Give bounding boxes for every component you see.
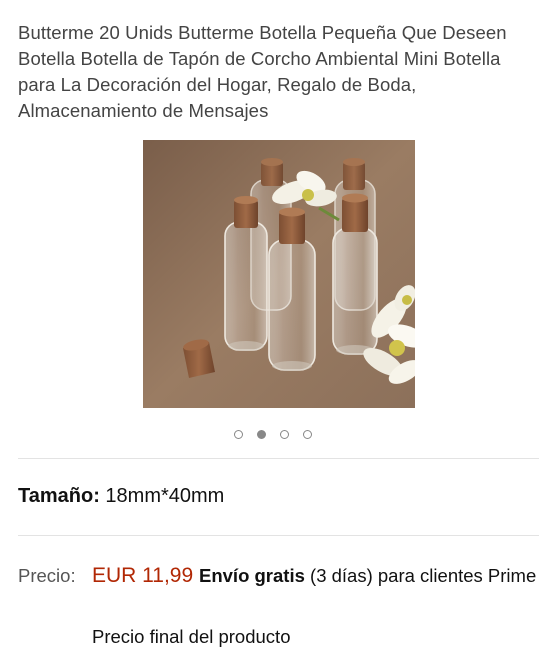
pagination-dot[interactable] [233,430,243,439]
final-price-note: Precio final del producto [92,626,291,647]
pagination-dot[interactable] [302,430,312,439]
product-detail-page: Butterme 20 Unids Butterme Botella Peque… [0,0,545,650]
pagination-dot-active[interactable] [256,430,266,439]
divider [18,535,539,536]
product-image[interactable] [143,140,415,408]
pagination-dot[interactable] [279,430,289,439]
price-amount: EUR 11,99 [92,564,199,587]
price-details: EUR 11,99 Envío gratis (3 días) para cli… [92,562,538,590]
price-label: Precio: [18,565,76,586]
divider [18,458,539,459]
size-selector[interactable]: Tamaño: 18mm*40mm [18,483,224,509]
shipping-details: (3 días) para clientes Prime [310,565,537,586]
product-title: Butterme 20 Unids Butterme Botella Peque… [18,22,507,121]
free-shipping-label: Envío gratis [199,565,311,586]
size-value: 18mm*40mm [105,485,225,507]
image-pagination [0,430,545,439]
size-label: Tamaño: [18,485,106,507]
